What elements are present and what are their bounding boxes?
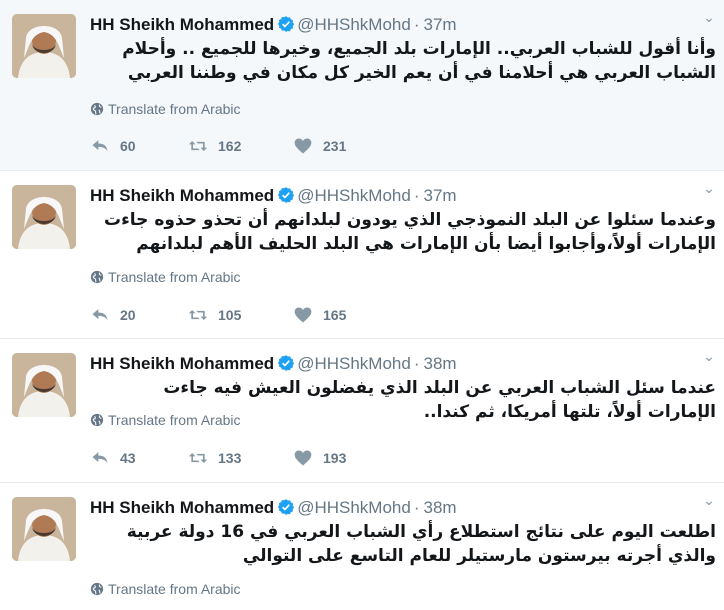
tweet-text: اطلعت اليوم على نتائج استطلاع رأي الشباب…: [126, 522, 716, 566]
tweet-header: HH Sheikh Mohammed @HHShkMohd · 38m: [90, 496, 457, 520]
avatar[interactable]: [12, 185, 76, 249]
verified-badge-icon: [278, 355, 295, 371]
reply-icon: [92, 452, 108, 463]
translate-link[interactable]: Translate from Arabic: [90, 99, 241, 119]
avatar[interactable]: [12, 353, 76, 417]
like-count: 193: [323, 450, 347, 466]
timestamp[interactable]: 37m: [424, 186, 457, 205]
verified-badge-icon: [278, 499, 295, 515]
globe-icon: [90, 102, 104, 116]
tweet[interactable]: HH Sheikh Mohammed @HHShkMohd · 37m ⌄ وأنا …: [0, 0, 724, 171]
handle[interactable]: @HHShkMohd: [297, 15, 411, 34]
reply-button[interactable]: 60: [90, 134, 136, 158]
retweet-count: 105: [218, 307, 242, 323]
like-button[interactable]: 193: [293, 446, 346, 470]
handle[interactable]: @HHShkMohd: [297, 186, 411, 205]
retweet-button[interactable]: 105: [188, 303, 241, 327]
retweet-count: 133: [218, 450, 242, 466]
retweet-icon: [188, 453, 208, 463]
translate-link[interactable]: Translate from Arabic: [90, 579, 241, 599]
timestamp[interactable]: 38m: [424, 498, 457, 517]
chevron-down-icon[interactable]: ⌄: [700, 493, 718, 507]
translate-link[interactable]: Translate from Arabic: [90, 267, 241, 287]
avatar[interactable]: [12, 14, 76, 78]
timestamp[interactable]: 38m: [424, 354, 457, 373]
timestamp[interactable]: 37m: [424, 15, 457, 34]
globe-icon: [90, 413, 104, 427]
tweet-text: وأنا أقول للشباب العربي.. الإمارات بلد ا…: [122, 39, 716, 83]
tweet[interactable]: HH Sheikh Mohammed @HHShkMohd · 38m ⌄ اطلعت…: [0, 483, 724, 610]
globe-icon: [90, 582, 104, 596]
reply-icon: [92, 309, 108, 320]
display-name[interactable]: HH Sheikh Mohammed: [90, 498, 274, 517]
reply-icon: [92, 140, 108, 151]
chevron-down-icon[interactable]: ⌄: [700, 349, 718, 363]
retweet-icon: [188, 310, 208, 320]
tweet-header: HH Sheikh Mohammed @HHShkMohd · 37m: [90, 13, 457, 37]
handle[interactable]: @HHShkMohd: [297, 498, 411, 517]
retweet-button[interactable]: 162: [188, 134, 241, 158]
separator: ·: [413, 15, 420, 34]
retweet-button[interactable]: 133: [188, 446, 241, 470]
reply-count: 43: [120, 450, 136, 466]
translate-label: Translate from Arabic: [108, 412, 241, 428]
avatar[interactable]: [12, 497, 76, 561]
reply-count: 20: [120, 307, 136, 323]
separator: ·: [413, 498, 420, 517]
verified-badge-icon: [278, 16, 295, 32]
tweet-text: وعندما سئلوا عن البلد النموذجي الذي يودو…: [104, 210, 716, 254]
separator: ·: [413, 186, 420, 205]
tweet[interactable]: HH Sheikh Mohammed @HHShkMohd · 37m ⌄ وعندم…: [0, 171, 724, 339]
avatar-image: [12, 497, 76, 561]
display-name[interactable]: HH Sheikh Mohammed: [90, 186, 274, 205]
verified-badge-icon: [278, 187, 295, 203]
separator: ·: [413, 354, 420, 373]
like-count: 165: [323, 307, 347, 323]
heart-icon: [294, 307, 312, 323]
translate-label: Translate from Arabic: [108, 269, 241, 285]
handle[interactable]: @HHShkMohd: [297, 354, 411, 373]
translate-link[interactable]: Translate from Arabic: [90, 410, 241, 430]
display-name[interactable]: HH Sheikh Mohammed: [90, 15, 274, 34]
heart-icon: [294, 450, 312, 466]
avatar-image: [12, 185, 76, 249]
like-button[interactable]: 231: [293, 134, 346, 158]
tweet-header: HH Sheikh Mohammed @HHShkMohd · 38m: [90, 352, 457, 376]
tweet[interactable]: HH Sheikh Mohammed @HHShkMohd · 38m ⌄ عندما…: [0, 339, 724, 483]
retweet-icon: [188, 141, 208, 151]
retweet-count: 162: [218, 138, 242, 154]
translate-label: Translate from Arabic: [108, 101, 241, 117]
avatar-image: [12, 14, 76, 78]
translate-label: Translate from Arabic: [108, 581, 241, 597]
reply-count: 60: [120, 138, 136, 154]
globe-icon: [90, 270, 104, 284]
avatar-image: [12, 353, 76, 417]
chevron-down-icon[interactable]: ⌄: [700, 181, 718, 195]
reply-button[interactable]: 20: [90, 303, 136, 327]
chevron-down-icon[interactable]: ⌄: [700, 10, 718, 24]
heart-icon: [294, 138, 312, 154]
tweet-header: HH Sheikh Mohammed @HHShkMohd · 37m: [90, 184, 457, 208]
display-name[interactable]: HH Sheikh Mohammed: [90, 354, 274, 373]
reply-button[interactable]: 43: [90, 446, 136, 470]
like-count: 231: [323, 138, 347, 154]
like-button[interactable]: 165: [293, 303, 346, 327]
